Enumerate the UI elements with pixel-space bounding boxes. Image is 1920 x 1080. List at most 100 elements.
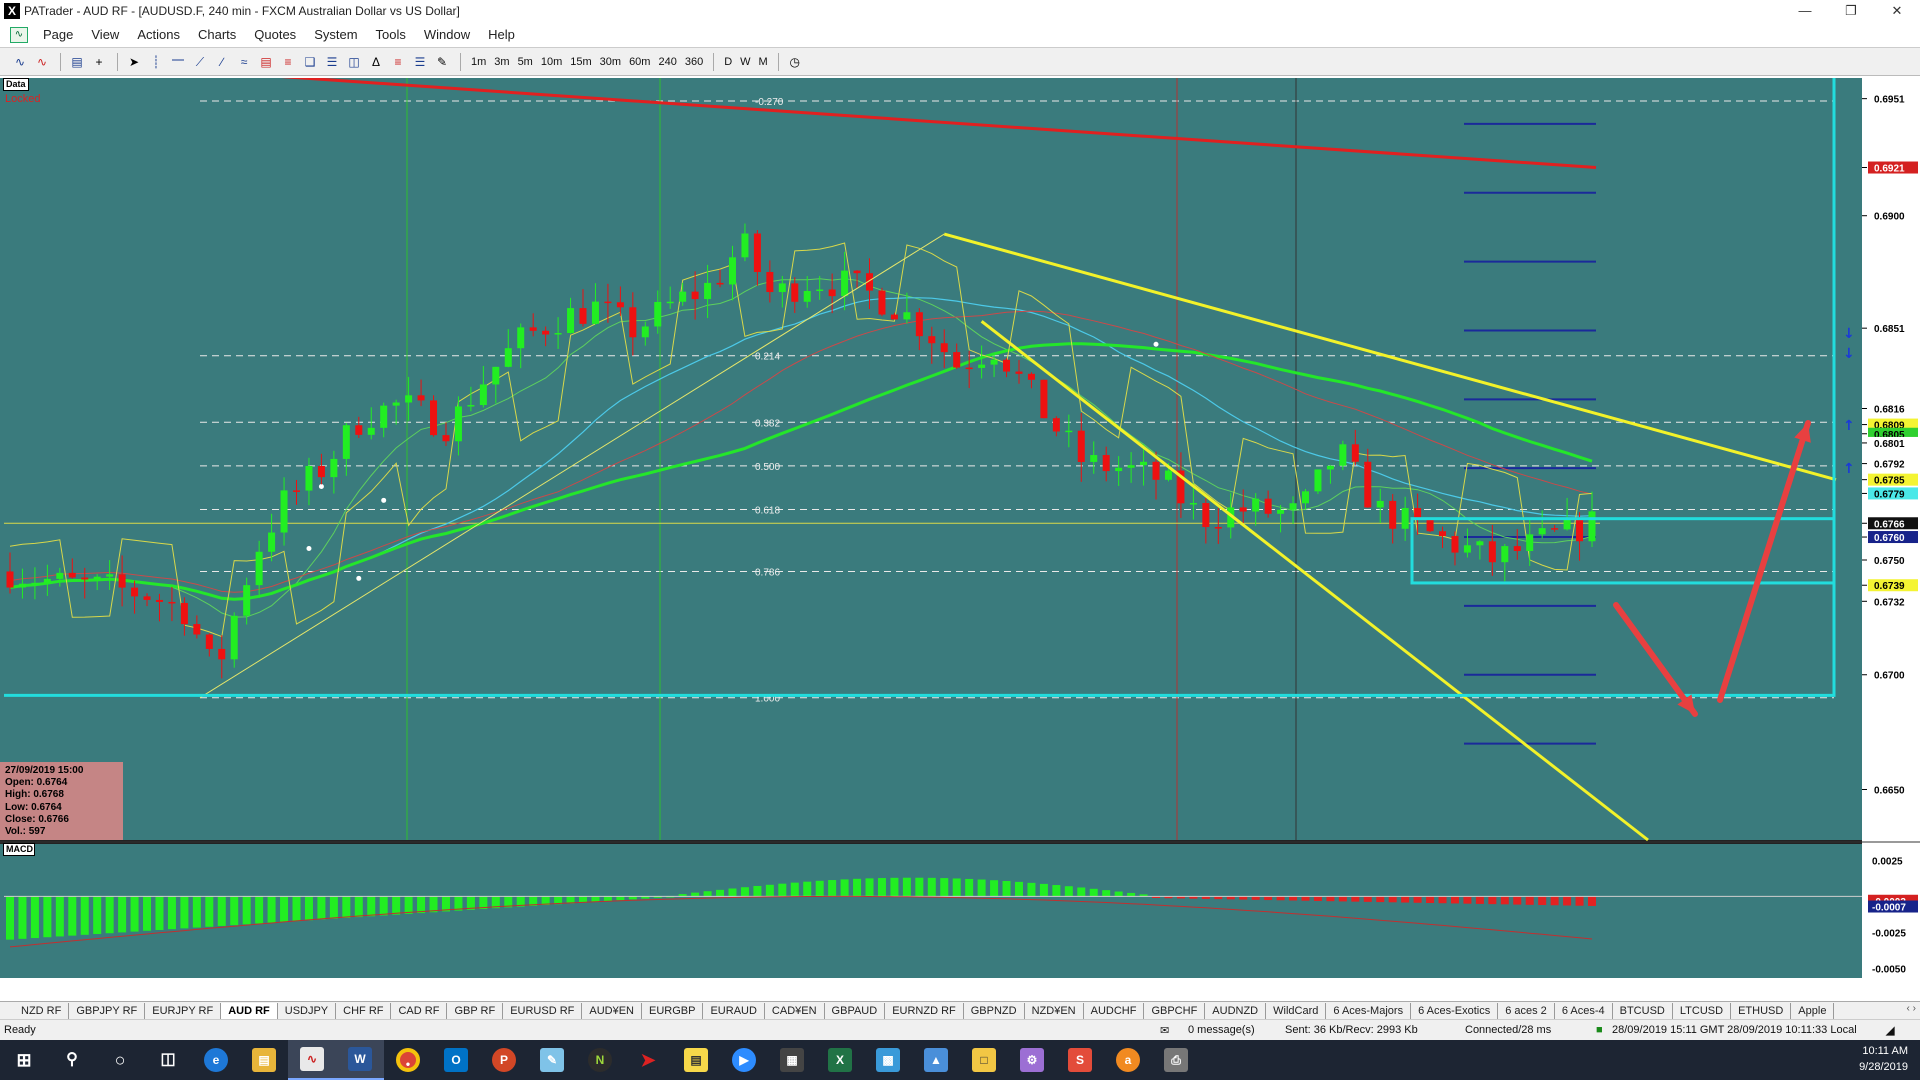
tab-gbpchf[interactable]: GBPCHF bbox=[1144, 1002, 1206, 1019]
tab-eurusd-rf[interactable]: EURUSD RF bbox=[503, 1002, 583, 1019]
timeframe-360[interactable]: 360 bbox=[681, 52, 707, 72]
menu-charts[interactable]: Charts bbox=[189, 22, 245, 48]
menu-quotes[interactable]: Quotes bbox=[245, 22, 305, 48]
link-icon[interactable]: ∿ bbox=[10, 52, 30, 72]
status-messages[interactable]: 0 message(s) bbox=[1188, 1024, 1255, 1036]
text-icon[interactable]: ☰ bbox=[410, 52, 430, 72]
outlook-icon[interactable]: O bbox=[432, 1040, 480, 1080]
timeframe-60m[interactable]: 60m bbox=[625, 52, 654, 72]
ninja-icon[interactable]: N bbox=[576, 1040, 624, 1080]
tab-gbp-rf[interactable]: GBP RF bbox=[447, 1002, 504, 1019]
trading-app-icon[interactable]: ➤ bbox=[624, 1040, 672, 1080]
chart-menu-icon[interactable]: ∿ bbox=[10, 26, 28, 43]
timeframe-3m[interactable]: 3m bbox=[490, 52, 513, 72]
menu-window[interactable]: Window bbox=[415, 22, 479, 48]
rectangle-icon[interactable]: ▤ bbox=[256, 52, 276, 72]
ray-line-icon[interactable]: ∕ bbox=[212, 52, 232, 72]
printer-icon[interactable]: ⎙ bbox=[1152, 1040, 1200, 1080]
notepad-icon[interactable]: ✎ bbox=[528, 1040, 576, 1080]
tab-audnzd[interactable]: AUDNZD bbox=[1205, 1002, 1267, 1019]
menu-actions[interactable]: Actions bbox=[128, 22, 189, 48]
fib-extension-icon[interactable]: ◫ bbox=[344, 52, 364, 72]
tab-cad-rf[interactable]: CAD RF bbox=[391, 1002, 448, 1019]
tab-nzd-rf[interactable]: NZD RF bbox=[14, 1002, 70, 1019]
file-explorer-icon[interactable]: ▤ bbox=[240, 1040, 288, 1080]
tab-6-aces-4[interactable]: 6 Aces-4 bbox=[1555, 1002, 1613, 1019]
excel-icon[interactable]: X bbox=[816, 1040, 864, 1080]
fibonacci-icon[interactable]: ≡ bbox=[278, 52, 298, 72]
tab-gbpjpy-rf[interactable]: GBPJPY RF bbox=[69, 1002, 146, 1019]
powerpoint-icon[interactable]: P bbox=[480, 1040, 528, 1080]
task-view-icon[interactable]: ◫ bbox=[144, 1040, 192, 1080]
fib-retracement-icon[interactable]: ≡ bbox=[388, 52, 408, 72]
tab-eurjpy-rf[interactable]: EURJPY RF bbox=[145, 1002, 222, 1019]
menu-tools[interactable]: Tools bbox=[367, 22, 415, 48]
zoom-icon[interactable]: ▶ bbox=[720, 1040, 768, 1080]
timeframe-30m[interactable]: 30m bbox=[596, 52, 625, 72]
tab-aud-rf[interactable]: AUD RF bbox=[221, 1002, 278, 1019]
pointer-icon[interactable]: ➤ bbox=[124, 52, 144, 72]
channel-icon[interactable]: ≈ bbox=[234, 52, 254, 72]
gann-fan-icon[interactable]: ❑ bbox=[300, 52, 320, 72]
chart-icon[interactable]: ▤ bbox=[67, 52, 87, 72]
period-monthly[interactable]: M bbox=[755, 52, 772, 72]
tab-wildcard[interactable]: WildCard bbox=[1266, 1002, 1327, 1019]
horizontal-line-icon[interactable]: ┊ bbox=[146, 52, 166, 72]
tab-6-aces-2[interactable]: 6 aces 2 bbox=[1498, 1002, 1555, 1019]
tab-chf-rf[interactable]: CHF RF bbox=[336, 1002, 392, 1019]
tab-cad-en[interactable]: CAD¥EN bbox=[765, 1002, 825, 1019]
horizontal-ray-icon[interactable]: ⎻ bbox=[168, 52, 188, 72]
tab-euraud[interactable]: EURAUD bbox=[703, 1002, 765, 1019]
unlink-icon[interactable]: ∿ bbox=[32, 52, 52, 72]
tab-6-aces-majors[interactable]: 6 Aces-Majors bbox=[1326, 1002, 1412, 1019]
calculator-icon[interactable]: ▦ bbox=[768, 1040, 816, 1080]
resize-grip-icon[interactable]: ◢ bbox=[1886, 1024, 1894, 1037]
tab-gbpnzd[interactable]: GBPNZD bbox=[964, 1002, 1025, 1019]
start-icon[interactable]: ⊞ bbox=[0, 1040, 48, 1080]
tab-usdjpy[interactable]: USDJPY bbox=[278, 1002, 337, 1019]
period-weekly[interactable]: W bbox=[736, 52, 754, 72]
system-clock[interactable]: 10:11 AM 9/28/2019 bbox=[1859, 1043, 1908, 1075]
word-icon[interactable]: W bbox=[336, 1040, 384, 1080]
timeframe-240[interactable]: 240 bbox=[654, 52, 680, 72]
menu-system[interactable]: System bbox=[305, 22, 366, 48]
menu-page[interactable]: Page bbox=[34, 22, 82, 48]
tab-scroll-arrows-icon[interactable]: ‹ › bbox=[1902, 1003, 1920, 1014]
mail-icon[interactable]: ✉ bbox=[1160, 1024, 1169, 1037]
close-icon[interactable]: ✕ bbox=[1874, 0, 1920, 22]
tab-ethusd[interactable]: ETHUSD bbox=[1731, 1002, 1792, 1019]
chart-area[interactable]: -0.270 0.214 0.382 0.500 0.618 0.786 1.000 ↓ ↓ ↑… bbox=[0, 78, 1920, 978]
period-daily[interactable]: D bbox=[720, 52, 736, 72]
timeframe-15m[interactable]: 15m bbox=[566, 52, 595, 72]
edge-icon[interactable]: e bbox=[192, 1040, 240, 1080]
tab-aud-en[interactable]: AUD¥EN bbox=[582, 1002, 642, 1019]
chrome-icon[interactable]: • bbox=[384, 1040, 432, 1080]
file-icon[interactable]: □ bbox=[960, 1040, 1008, 1080]
menu-help[interactable]: Help bbox=[479, 22, 524, 48]
minimize-icon[interactable]: — bbox=[1782, 0, 1828, 22]
tab-btcusd[interactable]: BTCUSD bbox=[1613, 1002, 1673, 1019]
timeframe-1m[interactable]: 1m bbox=[467, 52, 490, 72]
tools-icon[interactable]: ⚙ bbox=[1008, 1040, 1056, 1080]
tab-audchf[interactable]: AUDCHF bbox=[1084, 1002, 1145, 1019]
restore-icon[interactable]: ❐ bbox=[1828, 0, 1874, 22]
crosshair-icon[interactable]: + bbox=[89, 52, 109, 72]
tab-nzd-en[interactable]: NZD¥EN bbox=[1025, 1002, 1084, 1019]
patrader-icon[interactable]: ∿ bbox=[288, 1040, 336, 1080]
snagit-icon[interactable]: S bbox=[1056, 1040, 1104, 1080]
trendline-icon[interactable]: ⟋ bbox=[190, 52, 210, 72]
tab-gbpaud[interactable]: GBPAUD bbox=[825, 1002, 886, 1019]
tab-eurnzd-rf[interactable]: EURNZD RF bbox=[885, 1002, 964, 1019]
sticky-notes-icon[interactable]: ▤ bbox=[672, 1040, 720, 1080]
photos-icon[interactable]: ▲ bbox=[912, 1040, 960, 1080]
menu-view[interactable]: View bbox=[82, 22, 128, 48]
tab-6-aces-exotics[interactable]: 6 Aces-Exotics bbox=[1411, 1002, 1499, 1019]
macd-badge[interactable]: MACD bbox=[3, 843, 35, 856]
pitchfork-icon[interactable]: Δ bbox=[366, 52, 386, 72]
pen-icon[interactable]: ✎ bbox=[432, 52, 452, 72]
avast-icon[interactable]: a bbox=[1104, 1040, 1152, 1080]
tab-ltcusd[interactable]: LTCUSD bbox=[1673, 1002, 1732, 1019]
cortana-icon[interactable]: ○ bbox=[96, 1040, 144, 1080]
price-chart[interactable]: -0.2700.2140.3820.5000.6180.7861.000 ↓↓↑… bbox=[0, 78, 1920, 978]
remote-desktop-icon[interactable]: ▩ bbox=[864, 1040, 912, 1080]
